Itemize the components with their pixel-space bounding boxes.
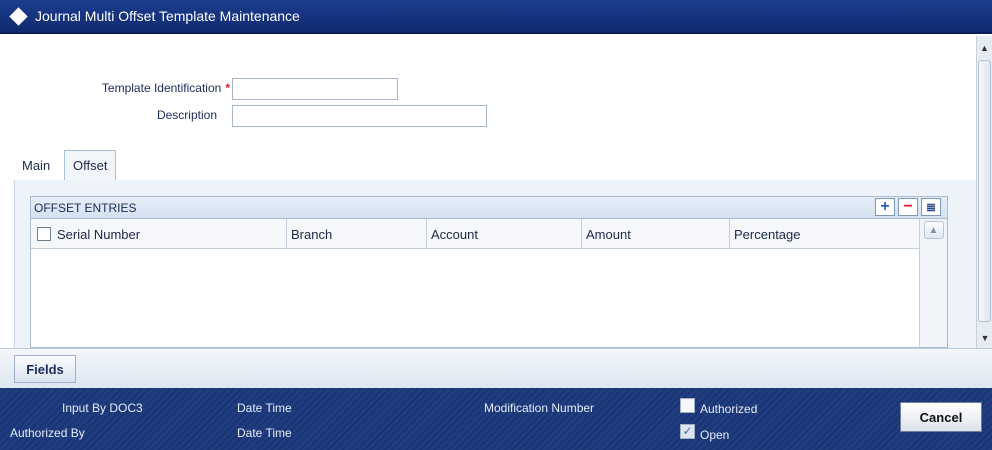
template-id-input[interactable]: [232, 78, 398, 100]
window-title: Journal Multi Offset Template Maintenanc…: [35, 8, 300, 24]
window-title-bar: Journal Multi Offset Template Maintenanc…: [0, 0, 992, 34]
column-serial-number: Serial Number: [31, 219, 287, 249]
diamond-icon: [9, 6, 28, 26]
fields-button[interactable]: Fields: [14, 355, 76, 383]
column-amount: Amount: [582, 219, 730, 249]
required-marker: *: [225, 81, 230, 95]
input-date-time-label: Date Time: [237, 401, 292, 415]
select-all-checkbox[interactable]: [37, 227, 51, 241]
delete-row-icon[interactable]: −: [898, 198, 918, 216]
column-branch: Branch: [287, 219, 427, 249]
single-view-icon[interactable]: ≣: [921, 198, 941, 216]
input-by-value: DOC3: [109, 401, 143, 415]
page-scrollbar[interactable]: ▲ ▼: [976, 36, 992, 348]
template-id-label: Template Identification *: [40, 81, 230, 95]
tab-main[interactable]: Main: [14, 150, 58, 180]
tab-offset[interactable]: Offset: [64, 150, 117, 180]
grid-scrollbar[interactable]: ▲: [919, 219, 947, 347]
grid-toolbar: + − ≣: [875, 198, 941, 216]
description-input[interactable]: [232, 105, 487, 127]
authorized-by-label: Authorized By: [10, 426, 85, 440]
chevron-up-icon[interactable]: ▲: [923, 221, 944, 239]
column-percentage: Percentage: [734, 226, 801, 242]
authorized-label: Authorized: [700, 402, 758, 416]
chevron-down-icon[interactable]: ▼: [978, 330, 992, 346]
grid-title: OFFSET ENTRIES: [34, 200, 137, 215]
audit-footer: Input By DOC3 Authorized By Date Time Da…: [0, 388, 992, 450]
open-label: Open: [700, 428, 730, 442]
scrollbar-thumb[interactable]: [978, 60, 991, 322]
add-row-icon[interactable]: +: [875, 198, 895, 216]
description-label: Description: [156, 108, 217, 122]
column-serial-number-label: Serial Number: [57, 226, 141, 242]
input-by-label-text: Input By: [62, 401, 107, 415]
cancel-button[interactable]: Cancel: [900, 402, 982, 432]
column-account: Account: [427, 219, 582, 249]
grid-header: OFFSET ENTRIES + − ≣: [31, 197, 947, 219]
open-checkbox[interactable]: ✓: [680, 424, 695, 439]
authorized-checkbox[interactable]: [680, 398, 695, 413]
input-by-label: Input By DOC3: [62, 401, 143, 415]
chevron-up-icon[interactable]: ▲: [978, 40, 992, 56]
fields-bar: Fields: [0, 348, 992, 388]
offset-entries-grid: OFFSET ENTRIES + − ≣ Serial Number Branc…: [30, 196, 948, 348]
grid-column-header-row: Serial Number Branch Account Amount Perc…: [31, 219, 919, 249]
modification-number-label: Modification Number: [484, 401, 595, 415]
template-id-label-text: Template Identification: [101, 81, 222, 95]
auth-date-time-label: Date Time: [237, 426, 292, 440]
